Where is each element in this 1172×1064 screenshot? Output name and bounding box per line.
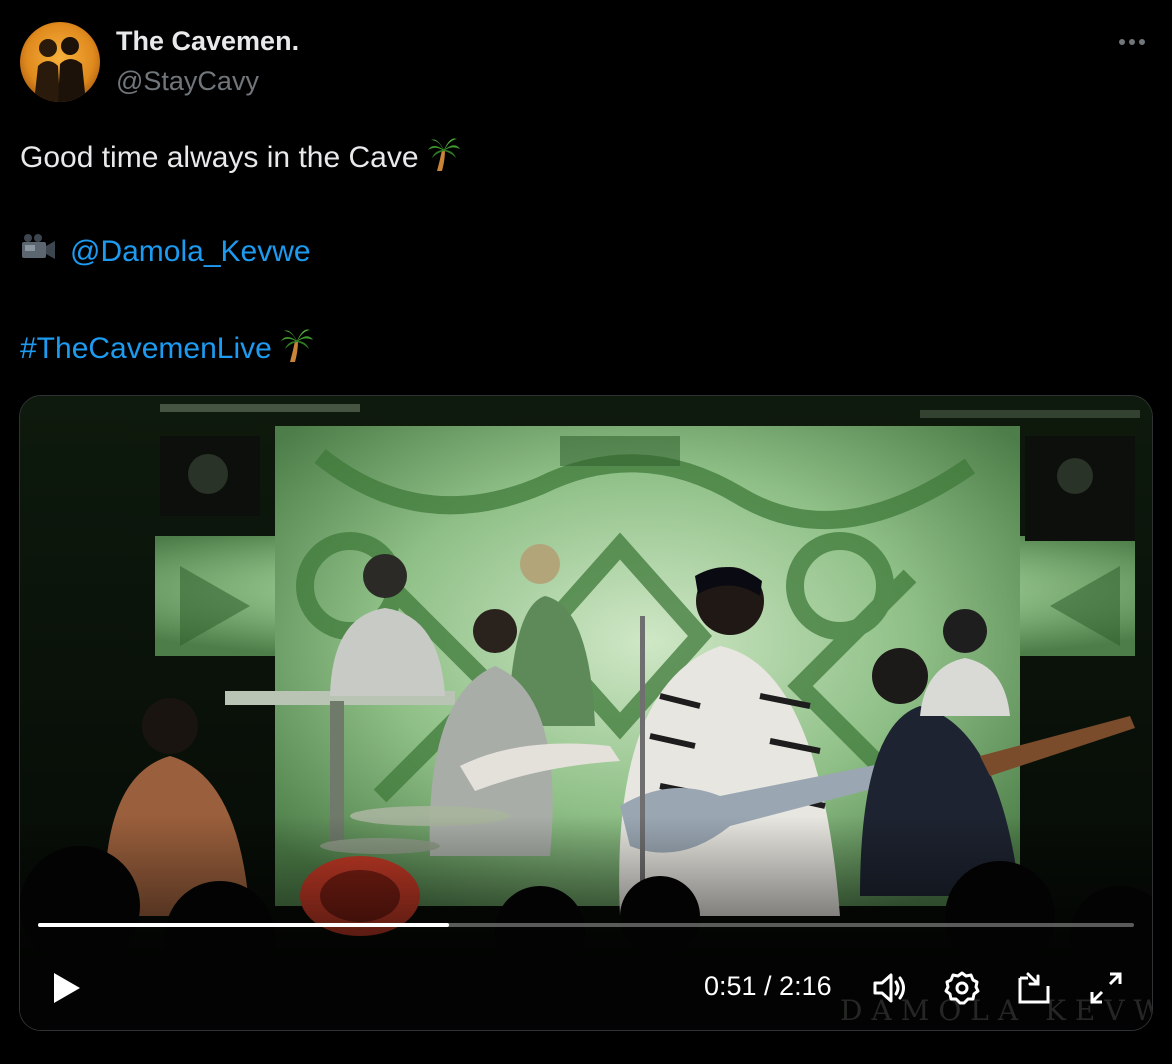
video-camera-icon [20,232,58,274]
tweet-text: Good time always in the Cave [20,136,461,182]
author-display-name[interactable]: The Cavemen. [116,26,299,57]
credit-line: @Damola_Kevwe [20,232,311,274]
tweet-text-content: Good time always in the Cave [20,140,419,174]
more-icon [1119,39,1145,45]
video-watermark: DAMOLA KEVWE [840,994,1152,1027]
avatar[interactable] [20,22,100,102]
play-button[interactable] [46,968,86,1008]
author-handle[interactable]: @StayCavy [116,66,259,97]
play-icon [54,973,80,1003]
hashtag-line: #TheCavemenLive [20,327,314,373]
video-player[interactable]: 0:51 / 2:16 DAMOLA KEVW [19,395,1153,1031]
video-progress-bar[interactable] [38,923,1134,927]
more-options-button[interactable] [1108,24,1156,60]
video-progress-fill [38,923,449,927]
credit-mention-link[interactable]: @Damola_Kevwe [70,235,311,268]
video-time-display: 0:51 / 2:16 [704,971,832,1001]
video-frame [20,396,1152,1030]
palm-tree-icon [280,327,314,373]
palm-tree-icon [427,136,461,182]
avatar-image [20,22,100,102]
hashtag-link[interactable]: #TheCavemenLive [20,332,272,365]
